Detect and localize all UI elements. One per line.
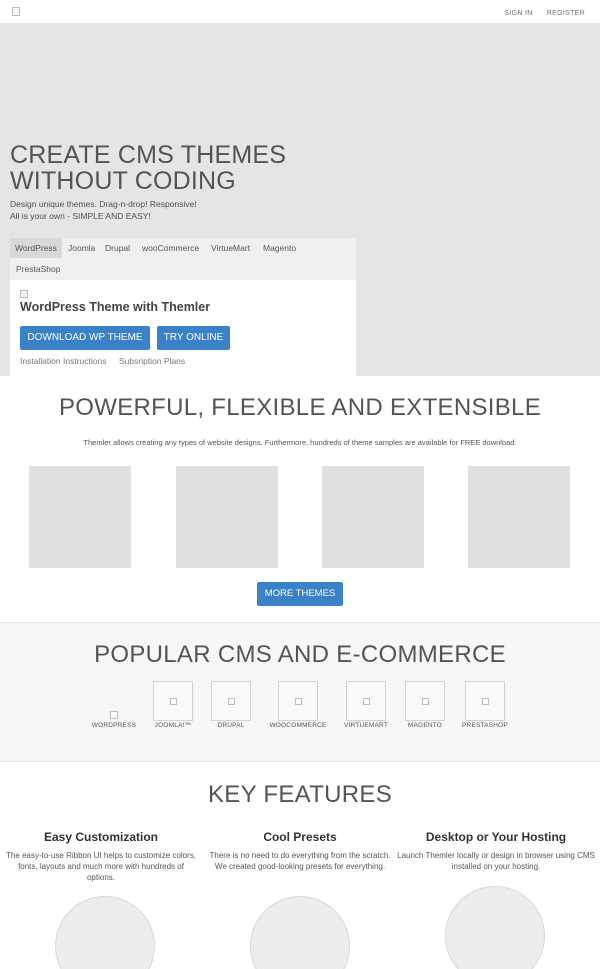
logo-image[interactable] [12, 7, 20, 16]
tab-drupal[interactable]: Drupal [100, 238, 135, 258]
installation-instructions-link[interactable]: Installation Instructions [20, 356, 106, 366]
tab-prestashop[interactable]: PrestaShop [11, 259, 65, 279]
feature-desc-hosting: Launch Themler locally or design in brow… [397, 851, 595, 871]
hero-title: CREATE CMS THEMES WITHOUT CODING [10, 142, 286, 194]
virtuemart-logo-icon[interactable] [346, 681, 386, 721]
download-wp-theme-button[interactable]: DOWNLOAD WP THEME [20, 326, 150, 350]
prestashop-logo-icon[interactable] [465, 681, 505, 721]
joomla-logo-icon[interactable] [153, 681, 193, 721]
feature-image-customization [55, 896, 155, 969]
cms-name-prestashop: PRESTASHOP [462, 722, 508, 729]
hero-title-line-1: CREATE CMS THEMES [10, 141, 287, 169]
register-link[interactable]: REGISTER [547, 10, 585, 17]
hero-section: CREATE CMS THEMES WITHOUT CODING Design … [0, 24, 600, 376]
tab-woocommerce[interactable]: wooCommerce [137, 238, 204, 258]
theme-thumbnail-2[interactable] [176, 466, 278, 568]
drupal-logo-icon[interactable] [211, 681, 251, 721]
themes-description: Themler allows creating any types of web… [83, 438, 517, 447]
subscription-plans-link[interactable]: Subsription Plans [119, 356, 185, 366]
more-themes-button[interactable]: MORE THEMES [257, 582, 343, 606]
wordpress-image-icon [20, 290, 28, 298]
wordpress-logo-icon[interactable] [110, 711, 118, 719]
feature-image-presets [250, 896, 350, 969]
hero-title-line-2: WITHOUT CODING [10, 167, 236, 195]
feature-desc-customization: The easy-to-use Ribbon UI helps to custo… [6, 851, 196, 882]
theme-thumbnail-3[interactable] [322, 466, 424, 568]
sign-in-link[interactable]: SIGN IN [504, 10, 532, 17]
hero-subtitle-line-2: All is your own - SIMPLE AND EASY! [10, 211, 151, 221]
cms-tab-bar: WordPress Joomla Drupal wooCommerce Virt… [10, 238, 356, 280]
cms-section-title: POPULAR CMS AND E-COMMERCE [94, 641, 506, 668]
feature-title-hosting: Desktop or Your Hosting [425, 830, 567, 844]
tab-magento[interactable]: Magento [258, 238, 301, 258]
themes-section-title: POWERFUL, FLEXIBLE AND EXTENSIBLE [58, 394, 542, 421]
tab-wordpress[interactable]: WordPress [10, 238, 62, 258]
hero-subtitle-line-1: Design unique themes. Drag-n-drop! Respo… [10, 199, 197, 209]
cms-tab-panel: WordPress Theme with Themler DOWNLOAD WP… [10, 280, 356, 376]
magento-logo-icon[interactable] [405, 681, 445, 721]
feature-title-customization: Easy Customization [43, 830, 159, 844]
feature-image-hosting [445, 886, 545, 969]
try-online-button[interactable]: TRY ONLINE [157, 326, 230, 350]
theme-thumbnail-1[interactable] [29, 466, 131, 568]
theme-thumbnail-4[interactable] [468, 466, 570, 568]
tab-joomla[interactable]: Joomla [63, 238, 100, 258]
panel-title: WordPress Theme with Themler [20, 300, 211, 314]
woocommerce-logo-icon[interactable] [278, 681, 318, 721]
feature-title-presets: Cool Presets [263, 830, 337, 844]
cms-selector-card: WordPress Joomla Drupal wooCommerce Virt… [10, 238, 356, 376]
feature-desc-presets: There is no need to do everything from t… [209, 851, 391, 871]
tab-virtuemart[interactable]: VirtueMart [206, 238, 255, 258]
hero-subtitle: Design unique themes. Drag-n-drop! Respo… [10, 198, 197, 222]
cms-section: POPULAR CMS AND E-COMMERCE WORDPRESS JOO… [0, 622, 600, 762]
top-bar: SIGN IN REGISTER [0, 0, 600, 24]
top-nav: SIGN IN REGISTER [492, 10, 585, 17]
features-section-title: KEY FEATURES [207, 781, 393, 808]
